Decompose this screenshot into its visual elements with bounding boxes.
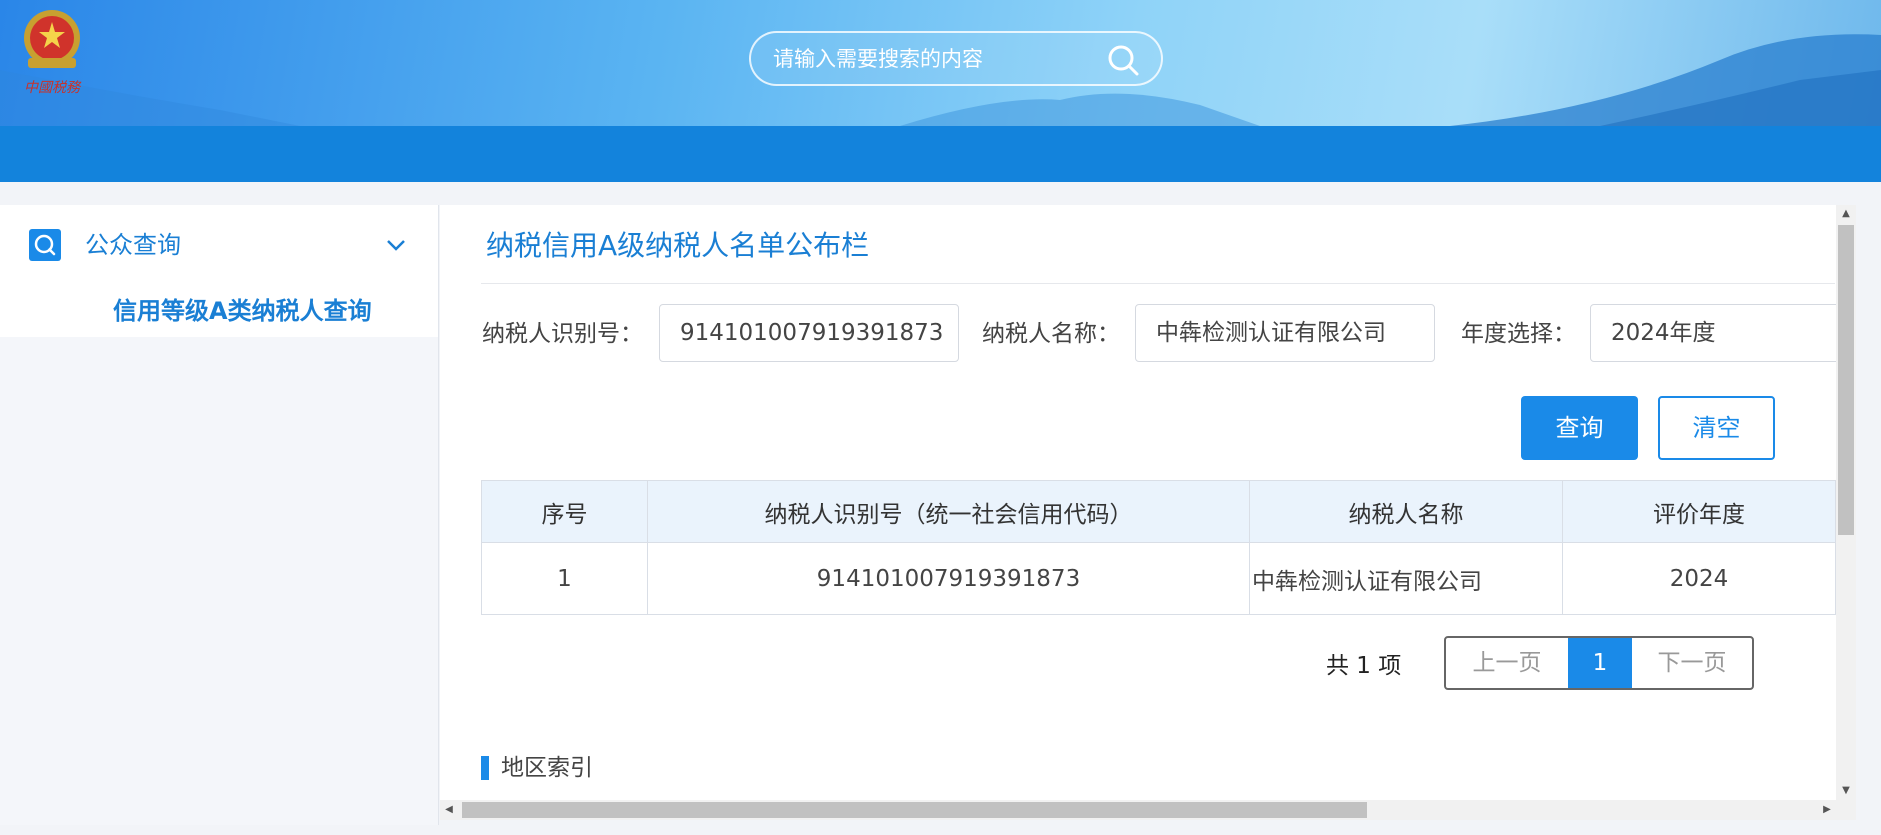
sidebar-menu: 公众查询 信用等级A类纳税人查询 [0,205,438,337]
scroll-down-arrow-icon[interactable]: ▼ [1836,782,1856,800]
title-divider [481,283,1835,284]
cell-index: 1 [481,542,648,615]
year-select[interactable]: 2024年度 [1590,304,1836,362]
sidebar-subitem-credit-a-query[interactable]: 信用等级A类纳税人查询 [113,295,372,327]
cell-taxpayer-id: 914101007919391873 [647,542,1250,615]
table-row: 1 914101007919391873 中犇检测认证有限公司 2024 [481,542,1836,615]
section-marker [481,756,489,780]
table-header-row: 序号 纳税人识别号（统一社会信用代码） 纳税人名称 评价年度 [481,480,1836,543]
sidebar: 公众查询 信用等级A类纳税人查询 [0,205,439,825]
next-page-button[interactable]: 下一页 [1632,638,1752,688]
column-header-taxpayer-id: 纳税人识别号（统一社会信用代码） [647,480,1250,543]
pagination-total: 共 1 项 [1326,653,1402,679]
cell-taxpayer-name: 中犇检测认证有限公司 [1249,542,1563,615]
results-table: 序号 纳税人识别号（统一社会信用代码） 纳税人名称 评价年度 1 9141010… [481,480,1836,615]
scroll-right-arrow-icon[interactable]: ▶ [1818,800,1836,820]
horizontal-scroll-thumb[interactable] [462,802,1367,818]
vertical-scrollbar[interactable]: ▲ ▼ [1836,205,1856,800]
column-header-taxpayer-name: 纳税人名称 [1249,480,1563,543]
scroll-left-arrow-icon[interactable]: ◀ [440,800,458,820]
vertical-scroll-thumb[interactable] [1838,225,1854,535]
horizontal-scrollbar[interactable]: ◀ ▶ [440,800,1836,820]
main-content: 纳税信用A级纳税人名单公布栏 纳税人识别号： 91410100791939187… [440,205,1836,800]
site-header: 中國税務 [0,0,1881,126]
search-icon [29,229,61,261]
column-header-eval-year: 评价年度 [1562,480,1836,543]
cell-eval-year: 2024 [1562,542,1836,615]
taxpayer-id-field[interactable]: 914101007919391873 [659,304,959,362]
main-navbar [0,126,1881,182]
column-header-index: 序号 [481,480,648,543]
search-icon[interactable] [1107,44,1139,76]
page-number-button[interactable]: 1 [1568,638,1632,688]
taxpayer-name-label: 纳税人名称： [982,321,1120,347]
chevron-down-icon[interactable] [384,233,408,257]
scrollbar-corner [1836,800,1856,820]
year-label: 年度选择： [1461,321,1576,347]
header-search[interactable] [749,31,1163,86]
tax-emblem-logo[interactable]: 中國税務 [14,6,92,100]
sidebar-item-public-query[interactable]: 公众查询 [0,205,439,285]
page-title: 纳税信用A级纳税人名单公布栏 [486,229,870,262]
region-index-heading: 地区索引 [501,755,593,781]
query-button[interactable]: 查询 [1521,396,1638,460]
taxpayer-id-label: 纳税人识别号： [482,321,643,347]
sidebar-item-label: 公众查询 [85,231,181,259]
taxpayer-name-field[interactable]: 中犇检测认证有限公司 [1135,304,1435,362]
svg-text:中國税務: 中國税務 [24,80,82,96]
search-input[interactable] [773,43,1093,75]
prev-page-button[interactable]: 上一页 [1446,638,1568,688]
pagination: 上一页 1 下一页 [1444,636,1754,690]
scroll-up-arrow-icon[interactable]: ▲ [1836,205,1856,223]
clear-button[interactable]: 清空 [1658,396,1775,460]
